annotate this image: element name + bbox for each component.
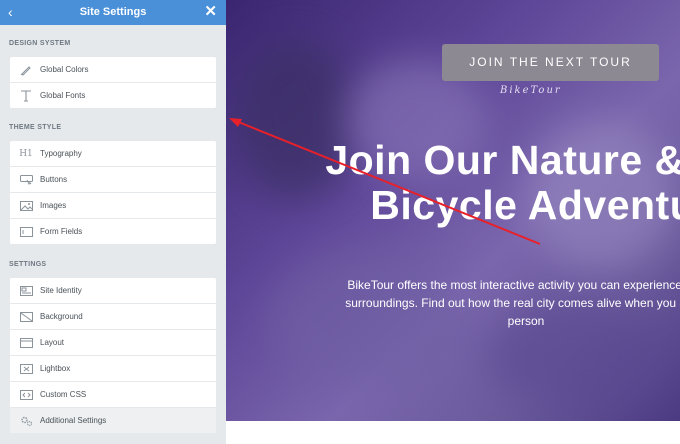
sidebar-item-form-fields[interactable]: Form Fields <box>10 219 216 244</box>
panel-header: ‹ Site Settings ✕ <box>0 0 226 25</box>
sidebar-item-global-fonts[interactable]: Global Fonts <box>10 83 216 108</box>
site-identity-icon <box>19 284 33 298</box>
sidebar-item-label: Global Colors <box>40 65 89 74</box>
sidebar-item-lightbox[interactable]: Lightbox <box>10 356 216 382</box>
code-icon <box>19 388 33 402</box>
sidebar-item-label: Buttons <box>40 175 68 184</box>
headline-line-1: Join Our Nature & U <box>325 137 680 183</box>
sidebar-item-label: Typography <box>40 149 82 158</box>
brush-icon <box>19 63 33 77</box>
background-icon <box>19 310 33 324</box>
sidebar-item-typography[interactable]: H1 Typography <box>10 141 216 167</box>
section-heading-theme-style: THEME STYLE <box>9 124 62 131</box>
sidebar-item-label: Custom CSS <box>40 390 87 399</box>
form-icon <box>19 225 33 239</box>
section-heading-design-system: DESIGN SYSTEM <box>9 40 71 47</box>
hero-section: JOIN THE NEXT TOUR BikeTour Join Our Nat… <box>226 0 680 421</box>
close-icon[interactable]: ✕ <box>204 3 217 21</box>
join-next-tour-button[interactable]: JOIN THE NEXT TOUR <box>442 44 659 81</box>
sidebar-item-site-identity[interactable]: Site Identity <box>10 278 216 304</box>
brand-logo-text: BikeTour <box>500 85 562 96</box>
sidebar-item-label: Site Identity <box>40 286 82 295</box>
layout-icon <box>19 336 33 350</box>
headline-line-2: Bicycle Adventur <box>370 182 680 228</box>
hero-paragraph: BikeTour offers the most interactive act… <box>266 276 680 330</box>
sidebar-item-label: Lightbox <box>40 364 71 373</box>
image-icon <box>19 199 33 213</box>
lightbox-icon <box>19 362 33 376</box>
sidebar-item-global-colors[interactable]: Global Colors <box>10 57 216 83</box>
sidebar-item-label: Global Fonts <box>40 91 86 100</box>
design-system-group: Global Colors Global Fonts <box>10 57 216 108</box>
sidebar-item-custom-css[interactable]: Custom CSS <box>10 382 216 408</box>
theme-style-group: H1 Typography Buttons Images Form Fields <box>10 141 216 244</box>
sidebar-item-buttons[interactable]: Buttons <box>10 167 216 193</box>
site-settings-panel: ‹ Site Settings ✕ DESIGN SYSTEM Global C… <box>0 0 226 444</box>
settings-group: Site Identity Background Layout Lightbox… <box>10 278 216 433</box>
hero-headline: Join Our Nature & U Bicycle Adventur <box>266 138 680 228</box>
panel-title: Site Settings <box>79 6 147 18</box>
section-heading-settings: SETTINGS <box>9 261 47 268</box>
sidebar-item-label: Background <box>40 312 83 321</box>
heading-icon: H1 <box>19 148 33 159</box>
sidebar-item-label: Additional Settings <box>40 416 107 425</box>
paragraph-line-2: surroundings. Find out how the real city… <box>345 296 680 310</box>
gears-icon <box>19 414 33 428</box>
sidebar-item-label: Form Fields <box>40 227 83 236</box>
paragraph-line-3: person <box>507 314 545 328</box>
sidebar-item-images[interactable]: Images <box>10 193 216 219</box>
button-icon <box>19 173 33 187</box>
sidebar-item-background[interactable]: Background <box>10 304 216 330</box>
paragraph-line-1: BikeTour offers the most interactive act… <box>347 278 680 292</box>
page-preview: JOIN THE NEXT TOUR BikeTour Join Our Nat… <box>226 0 680 444</box>
sidebar-item-label: Layout <box>40 338 65 347</box>
sidebar-item-layout[interactable]: Layout <box>10 330 216 356</box>
text-icon <box>19 89 33 103</box>
sidebar-item-label: Images <box>40 201 67 210</box>
sidebar-item-additional-settings[interactable]: Additional Settings <box>10 408 216 433</box>
